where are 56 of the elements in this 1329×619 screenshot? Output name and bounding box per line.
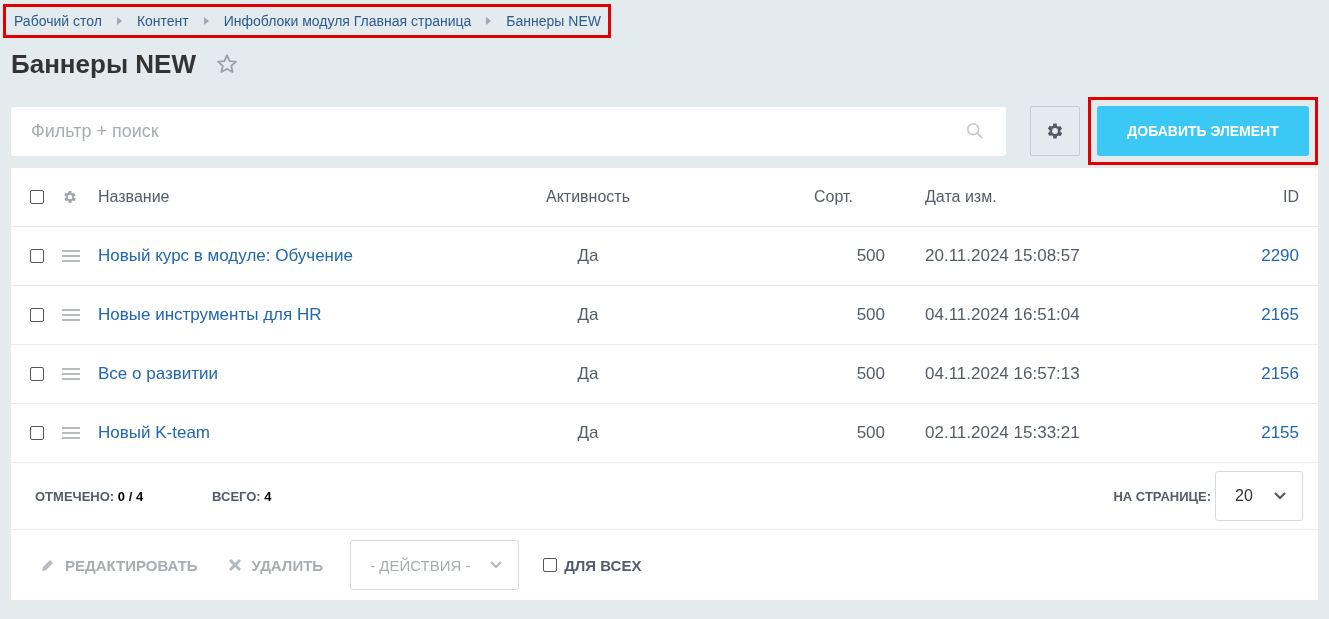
table-cell-text: 20.11.2024 15:08:57: [925, 246, 1081, 266]
breadcrumb-link[interactable]: Контент: [136, 13, 189, 29]
drag-handle-icon[interactable]: [62, 250, 80, 262]
cross-icon: [227, 558, 242, 572]
column-header[interactable]: Сорт.: [678, 188, 885, 206]
search-field[interactable]: Фильтр + поиск: [11, 106, 1007, 156]
row-checkbox[interactable]: [30, 367, 44, 381]
total-count: ВСЕГО: 4: [212, 488, 272, 504]
item-id-link[interactable]: 2165: [1085, 305, 1299, 325]
item-name-link[interactable]: Новый курс в модуле: Обучение: [98, 246, 498, 266]
column-header[interactable]: Активность: [498, 188, 678, 206]
drag-handle-icon[interactable]: [62, 309, 80, 321]
breadcrumb-link[interactable]: Рабочий стол: [14, 13, 102, 29]
settings-button[interactable]: [1030, 106, 1080, 156]
item-id-link[interactable]: 2290: [1085, 246, 1299, 266]
row-checkbox[interactable]: [30, 308, 44, 322]
per-page-label: НА СТРАНИЦЕ:: [1113, 488, 1211, 504]
chevron-icon: [203, 17, 209, 25]
chevron-down-icon: [490, 561, 503, 569]
row-checkbox[interactable]: [30, 426, 44, 440]
per-page-select[interactable]: 20: [1215, 471, 1303, 521]
table-cell-text: Да: [576, 305, 600, 325]
select-all-checkbox[interactable]: [30, 190, 44, 204]
star-icon[interactable]: [216, 53, 238, 75]
table-cell-text: Да: [576, 364, 600, 384]
table-cell-text: 500: [855, 246, 885, 266]
column-header[interactable]: ID: [1085, 188, 1299, 206]
table-cell-text: 04.11.2024 16:51:04: [925, 305, 1081, 325]
table-cell-text: Да: [576, 423, 600, 443]
row-checkbox[interactable]: [30, 249, 44, 263]
breadcrumb-link[interactable]: Баннеры NEW: [506, 13, 601, 29]
item-name-link[interactable]: Новый K-team: [98, 423, 498, 443]
drag-handle-icon[interactable]: [62, 427, 80, 439]
table-cell-text: 500: [855, 305, 885, 325]
column-header[interactable]: Дата изм.: [925, 188, 1085, 206]
checkbox[interactable]: [543, 558, 558, 572]
search-icon: [966, 121, 985, 140]
table-cell-text: Да: [576, 246, 600, 266]
checkbox-label: ДЛЯ ВСЕХ: [564, 556, 642, 574]
item-id-link[interactable]: 2156: [1085, 364, 1299, 384]
breadcrumb-link[interactable]: Инфоблоки модуля Главная страница: [223, 13, 472, 29]
item-name-link[interactable]: Новые инструменты для HR: [98, 305, 498, 325]
table-cell-text: 500: [855, 364, 885, 384]
chevron-icon: [486, 17, 492, 25]
selected-count: ОТМЕЧЕНО: 0 / 4: [35, 488, 144, 504]
table-cell-text: 02.11.2024 15:33:21: [925, 423, 1081, 443]
chevron-icon: [116, 17, 122, 25]
item-name-link[interactable]: Все о развитии: [98, 364, 498, 384]
table-cell-text: 04.11.2024 16:57:13: [925, 364, 1081, 384]
table-cell-text: 500: [855, 423, 885, 443]
pencil-icon: [41, 558, 55, 572]
page-title: Баннеры NEW: [11, 48, 196, 80]
chevron-down-icon: [1274, 492, 1286, 500]
column-header[interactable]: Название: [98, 188, 498, 206]
item-id-link[interactable]: 2155: [1085, 423, 1299, 443]
drag-handle-icon[interactable]: [62, 368, 80, 380]
